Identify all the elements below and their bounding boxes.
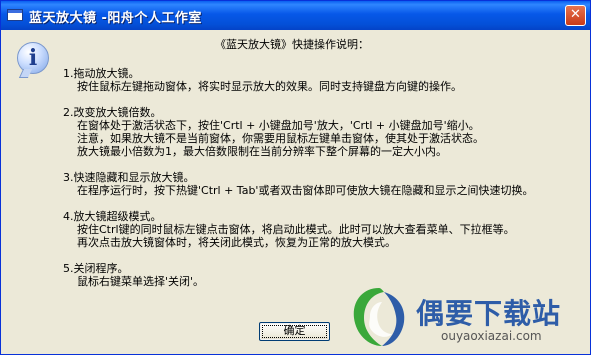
help-item-line: 放大镜最小倍数为1，最大倍数限制在当前分辨率下整个屏幕的一定大小内。 — [77, 145, 447, 158]
watermark-url: ouyaoxiazai.com — [441, 329, 542, 343]
help-item-title: 5.关闭程序。 — [63, 262, 129, 275]
window-title: 蓝天放大镜 -阳舟个人工作室 — [29, 11, 202, 26]
help-item-line: 在程序运行时，按下热键'Ctrl + Tab'或者双击窗体即可使放大镜在隐藏和显… — [77, 184, 534, 197]
help-heading: 《蓝天放大镜》快捷操作说明： — [215, 38, 369, 51]
ok-button[interactable]: 确定 — [259, 322, 330, 341]
help-item-title: 4.放大镜超级模式。 — [63, 210, 162, 223]
help-item: 5.关闭程序。 鼠标右键菜单选择'关闭'。 — [63, 262, 533, 288]
help-item: 4.放大镜超级模式。 按住Ctrl键的同时鼠标左键点击窗体，将启动此模式。此时可… — [63, 210, 533, 249]
help-item-line: 鼠标右键菜单选择'关闭'。 — [77, 275, 205, 288]
help-item-line: 按住Ctrl键的同时鼠标左键点击窗体，将启动此模式。此时可以放大查看菜单、下拉框… — [77, 223, 515, 236]
close-button[interactable]: ✕ — [565, 5, 586, 26]
dialog-window: 蓝天放大镜 -阳舟个人工作室 ✕ i 《蓝天放大镜》快捷操作说明： 1.拖动放大… — [0, 0, 591, 355]
help-item-line: 按住鼠标左键拖动窗体，将实时显示放大的效果。同时支持键盘方向键的操作。 — [77, 80, 462, 93]
watermark-logo — [353, 288, 405, 346]
help-content: 《蓝天放大镜》快捷操作说明： 1.拖动放大镜。 按住鼠标左键拖动窗体，将实时显示… — [63, 38, 533, 301]
watermark-text: 偶要下载站 — [416, 297, 562, 330]
help-item: 1.拖动放大镜。 按住鼠标左键拖动窗体，将实时显示放大的效果。同时支持键盘方向键… — [63, 67, 533, 93]
help-item: 3.快速隐藏和显示放大镜。 在程序运行时，按下热键'Ctrl + Tab'或者双… — [63, 171, 533, 197]
help-item: 2.改变放大镜倍数。 在窗体处于激活状态下，按住'Crtl + 小键盘加号'放大… — [63, 106, 533, 158]
info-icon: i — [17, 42, 49, 74]
help-item-title: 2.改变放大镜倍数。 — [63, 106, 162, 119]
help-item-line: 注意，如果放大镜不是当前窗体，你需要用鼠标左键单击窗体，使其处于激活状态。 — [77, 132, 484, 145]
help-item-title: 3.快速隐藏和显示放大镜。 — [63, 171, 195, 184]
title-bar[interactable]: 蓝天放大镜 -阳舟个人工作室 ✕ — [1, 1, 590, 30]
help-item-line: 在窗体处于激活状态下，按住'Crtl + 小键盘加号'放大，'Crtl + 小键… — [77, 119, 480, 132]
help-item-line: 再次点击放大镜窗体时，将关闭此模式，恢复为正常的放大模式。 — [77, 236, 396, 249]
window-app-icon — [7, 9, 23, 21]
help-item-title: 1.拖动放大镜。 — [63, 67, 140, 80]
